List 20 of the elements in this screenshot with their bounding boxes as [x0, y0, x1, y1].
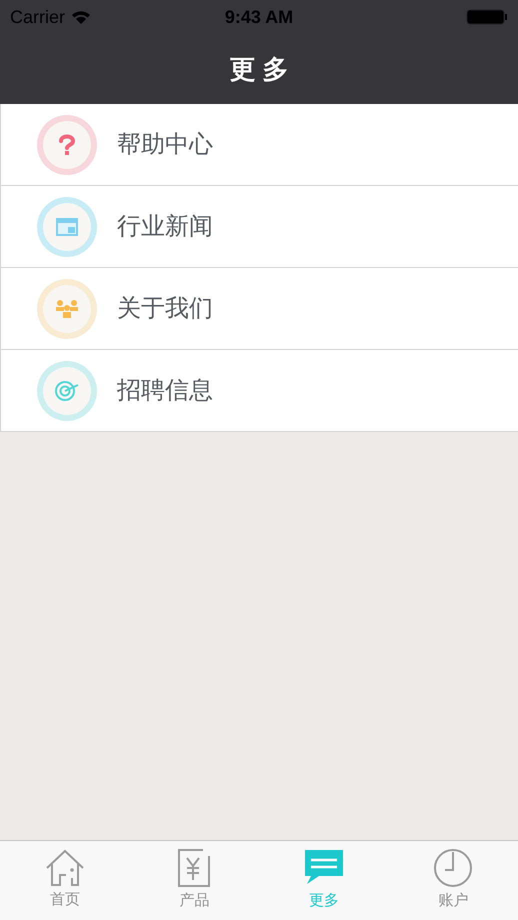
target-icon — [54, 380, 80, 402]
newspaper-icon — [55, 216, 79, 236]
menu-label: 帮助中心 — [117, 130, 213, 160]
menu-item[interactable]: 行业新闻 — [0, 186, 518, 268]
menu-item[interactable]: 关于我们 — [0, 268, 518, 350]
receipt-icon — [177, 848, 212, 888]
menu-label: 关于我们 — [117, 294, 213, 324]
battery-icon — [466, 9, 508, 25]
menu-item[interactable]: 招聘信息 — [0, 350, 518, 432]
question-icon — [57, 134, 77, 156]
menu-item[interactable]: 帮助中心 — [0, 104, 518, 186]
wifi-icon — [71, 10, 92, 24]
people-icon — [54, 298, 80, 318]
clock-icon — [433, 848, 474, 888]
menu-label: 行业新闻 — [117, 212, 213, 242]
menu-label: 招聘信息 — [117, 376, 213, 406]
status-time: 9:43 AM — [224, 6, 294, 28]
home-icon — [44, 849, 85, 888]
carrier-label: Carrier — [10, 6, 66, 28]
page-title: 更 多 — [229, 52, 289, 86]
